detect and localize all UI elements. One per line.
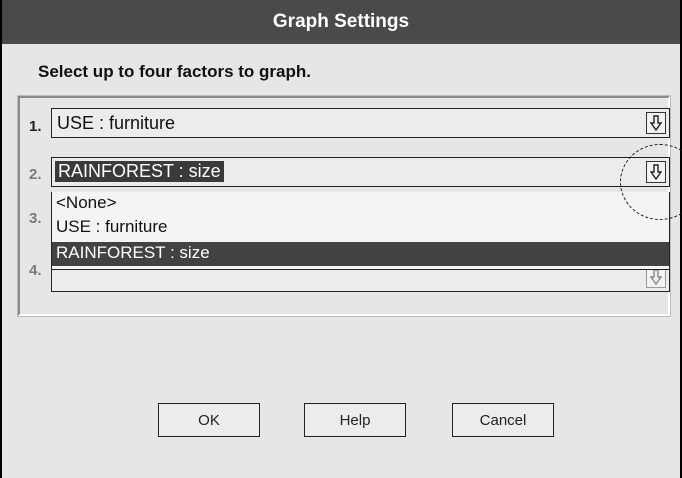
factor-1-select[interactable]: USE : furniture	[51, 108, 670, 138]
down-arrow-icon	[650, 115, 662, 131]
factor-4-number: 4.	[29, 262, 42, 279]
help-button[interactable]: Help	[304, 403, 406, 437]
factor-1-dropdown-button[interactable]	[646, 112, 666, 134]
down-arrow-icon	[650, 269, 662, 285]
factor-2-select[interactable]: RAINFOREST : size	[51, 157, 670, 187]
factor-2-dropdown-list: <None> USE : furniture RAINFOREST : size	[51, 192, 670, 270]
factor-2-value: RAINFOREST : size	[55, 161, 224, 182]
factor-1-number: 1.	[29, 118, 42, 135]
dropdown-option-rainforest-size[interactable]: RAINFOREST : size	[52, 242, 669, 266]
dialog-title: Graph Settings	[2, 0, 680, 44]
dropdown-option-use-furniture[interactable]: USE : furniture	[52, 216, 669, 240]
cancel-button[interactable]: Cancel	[452, 403, 554, 437]
factor-2-number: 2.	[29, 166, 42, 183]
dropdown-option-none[interactable]: <None>	[52, 192, 669, 216]
factor-3-number: 3.	[29, 210, 42, 227]
ok-button[interactable]: OK	[158, 403, 260, 437]
factor-1-value: USE : furniture	[57, 113, 176, 133]
instruction-text: Select up to four factors to graph.	[38, 62, 311, 81]
graph-settings-dialog: Graph Settings Select up to four factors…	[0, 0, 682, 478]
